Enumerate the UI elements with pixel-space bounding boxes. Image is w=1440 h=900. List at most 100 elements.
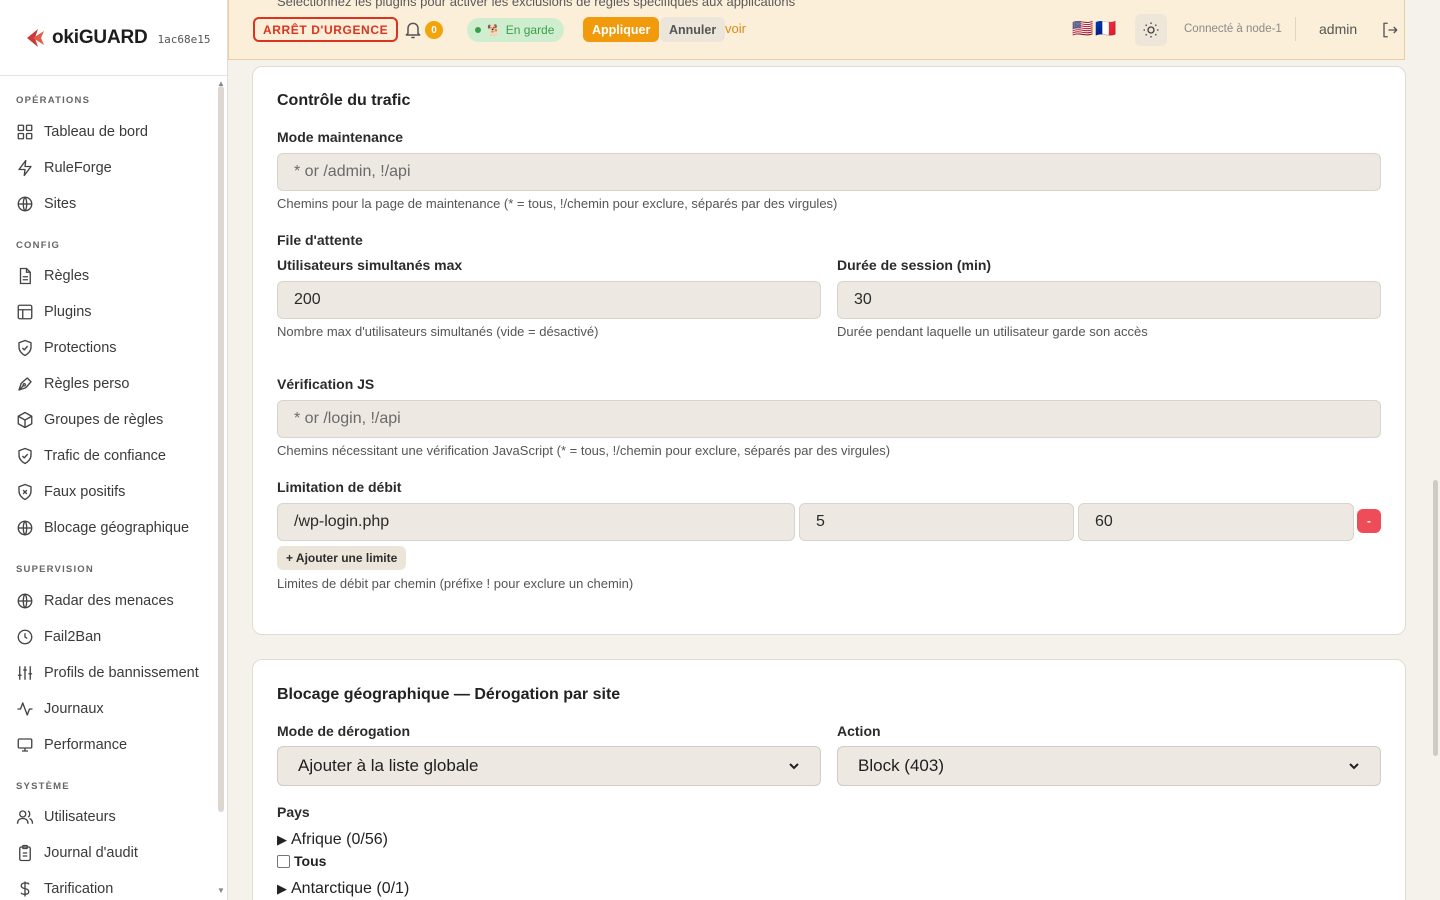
users-icon xyxy=(16,810,34,824)
remove-rate-limit-button[interactable]: - xyxy=(1357,509,1381,533)
emergency-stop-button[interactable]: ARRÊT D'URGENCE xyxy=(253,17,399,42)
card-title: Contrôle du trafic xyxy=(277,92,411,109)
clipboard-icon xyxy=(19,844,31,862)
max-users-input[interactable] xyxy=(277,281,821,319)
action-select[interactable]: Block (403) xyxy=(837,746,1381,786)
shield-check-icon xyxy=(18,447,32,465)
page-scrollbar[interactable] xyxy=(1433,480,1438,756)
node-connection-status: Connecté à node-1 xyxy=(1184,23,1282,35)
countries-label: Pays xyxy=(277,804,310,820)
sidebar-item-label: Utilisateurs xyxy=(44,809,116,825)
topbar: Sélectionnez les plugins pour activer le… xyxy=(228,0,1405,60)
sidebar-item-protections[interactable]: Protections xyxy=(16,334,212,362)
sidebar-item-trusted-traffic[interactable]: Trafic de confiance xyxy=(16,442,212,470)
queue-title: File d'attente xyxy=(277,232,363,248)
max-users-label: Utilisateurs simultanés max xyxy=(277,257,463,273)
apply-button[interactable]: Appliquer xyxy=(583,17,660,42)
brand-name: okiGUARD xyxy=(52,26,148,48)
rate-limit-path-input[interactable] xyxy=(277,503,795,541)
sidebar-item-performance[interactable]: Performance xyxy=(16,731,212,759)
clock-icon xyxy=(17,629,33,645)
activity-icon xyxy=(17,702,33,716)
sidebar-scroll-down-icon[interactable]: ▼ xyxy=(216,886,226,895)
rate-limit-window-input[interactable] xyxy=(1078,503,1354,541)
rate-limit-requests-input[interactable] xyxy=(799,503,1074,541)
sidebar-item-label: Fail2Ban xyxy=(44,629,102,645)
add-rate-limit-button[interactable]: + Ajouter une limite xyxy=(277,546,407,570)
sidebar-item-label: Groupes de règles xyxy=(44,412,164,428)
section-title-system: SYSTÈME xyxy=(16,781,70,792)
sidebar-item-label: Règles perso xyxy=(44,376,130,392)
guard-status-badge: 🐕 En garde xyxy=(467,18,565,42)
override-mode-select[interactable]: Ajouter à la liste globale xyxy=(277,746,821,786)
maintenance-input[interactable] xyxy=(277,153,1381,191)
brand: okiGUARD 1ac68e15 xyxy=(0,0,227,76)
status-dot xyxy=(475,27,481,33)
override-mode-label: Mode de dérogation xyxy=(277,723,410,739)
guard-dog-icon: 🐕 xyxy=(487,24,501,37)
sidebar-item-pricing[interactable]: Tarification xyxy=(16,875,212,900)
select-all-label: Tous xyxy=(294,853,327,869)
js-check-help: Chemins nécessitant une vérification Jav… xyxy=(277,443,891,458)
js-check-input[interactable] xyxy=(277,400,1381,438)
sidebar-item-label: Radar des menaces xyxy=(44,593,174,609)
sidebar-item-label: Tarification xyxy=(44,881,114,897)
sidebar-item-false-positives[interactable]: Faux positifs xyxy=(16,478,212,506)
sidebar-item-label: Protections xyxy=(44,340,117,356)
sidebar-item-ban-profiles[interactable]: Profils de bannissement xyxy=(16,659,212,687)
sidebar-item-rule-groups[interactable]: Groupes de règles xyxy=(16,406,212,434)
action-value: Block (403) xyxy=(858,756,944,775)
max-users-help: Nombre max d'utilisateurs simultanés (vi… xyxy=(277,324,599,339)
guard-status-text: En garde xyxy=(505,23,555,37)
session-duration-input[interactable] xyxy=(837,281,1381,319)
sidebar-item-label: Plugins xyxy=(44,304,92,320)
layout-icon xyxy=(17,304,33,320)
sidebar-item-dashboard[interactable]: Tableau de bord xyxy=(16,118,212,146)
dashboard-icon xyxy=(17,124,33,140)
notification-count-badge: 0 xyxy=(425,21,443,39)
rate-limit-help: Limites de débit par chemin (préfixe ! p… xyxy=(277,576,634,591)
divider xyxy=(1295,17,1296,41)
js-check-label: Vérification JS xyxy=(277,376,375,392)
cancel-button[interactable]: Annuler xyxy=(660,17,726,42)
sidebar-item-label: Profils de bannissement xyxy=(44,665,199,681)
bell-icon[interactable] xyxy=(403,20,423,40)
maintenance-help: Chemins pour la page de maintenance (* =… xyxy=(277,196,838,211)
section-title-supervision: SUPERVISION xyxy=(16,564,94,575)
globe-icon xyxy=(17,520,33,536)
region-africa-toggle[interactable]: ▶ Afrique (0/56) xyxy=(277,831,388,849)
chevron-down-icon xyxy=(1349,763,1359,770)
region-label: Afrique (0/56) xyxy=(291,831,388,848)
sidebar-item-users[interactable]: Utilisateurs xyxy=(16,803,212,831)
sidebar-item-label: Performance xyxy=(44,737,128,753)
select-all-checkbox[interactable] xyxy=(277,854,290,868)
maintenance-label: Mode maintenance xyxy=(277,129,404,145)
disclosure-triangle-icon: ▶ xyxy=(277,832,287,847)
theme-toggle-button[interactable] xyxy=(1135,14,1167,46)
select-all-africa[interactable]: Tous xyxy=(277,853,326,869)
package-icon xyxy=(17,411,33,429)
sidebar-item-audit-log[interactable]: Journal d'audit xyxy=(16,839,212,867)
card-title: Blocage géographique — Dérogation par si… xyxy=(277,686,621,703)
sidebar-item-rules[interactable]: Règles xyxy=(16,262,212,290)
sidebar-item-label: Journaux xyxy=(44,701,104,717)
sidebar-scrollbar[interactable] xyxy=(218,86,224,812)
document-icon xyxy=(19,267,31,285)
sidebar-item-ruleforge[interactable]: RuleForge xyxy=(16,154,212,182)
language-flags[interactable]: 🇺🇸🇫🇷 xyxy=(1072,19,1118,39)
see-changes-link[interactable]: voir xyxy=(725,21,746,36)
region-label: Antarctique (0/1) xyxy=(291,880,410,897)
sidebar-item-label: Tableau de bord xyxy=(44,124,148,140)
sidebar-item-custom-rules[interactable]: Règles perso xyxy=(16,370,212,398)
brand-logo-icon xyxy=(27,28,44,47)
sidebar-item-fail2ban[interactable]: Fail2Ban xyxy=(16,623,212,651)
region-antarctica-toggle[interactable]: ▶ Antarctique (0/1) xyxy=(277,880,409,898)
sidebar-item-sites[interactable]: Sites xyxy=(16,190,212,218)
sidebar-item-geo-blocking[interactable]: Blocage géographique xyxy=(16,514,212,542)
sidebar-item-logs[interactable]: Journaux xyxy=(16,695,212,723)
plugins-notice: Sélectionnez les plugins pour activer le… xyxy=(277,0,796,9)
logout-icon[interactable] xyxy=(1381,21,1399,39)
sidebar-item-plugins[interactable]: Plugins xyxy=(16,298,212,326)
sidebar-item-label: Blocage géographique xyxy=(44,520,190,536)
sidebar-item-threat-radar[interactable]: Radar des menaces xyxy=(16,587,212,615)
